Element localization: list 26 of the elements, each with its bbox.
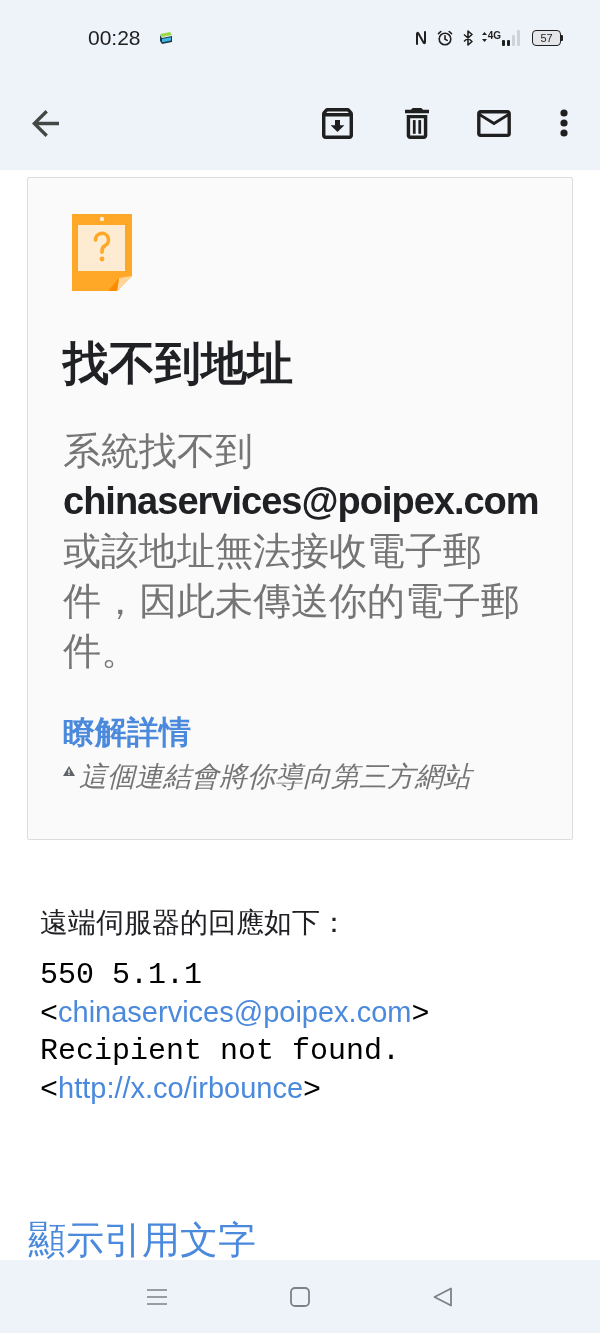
home-square-icon[interactable] xyxy=(290,1286,310,1307)
trash-icon[interactable] xyxy=(405,107,429,139)
server-response-text: 550 5.1.1 <chinaservices@poipex.com> Recipient not found. <http://x.co/irbounce> xyxy=(40,957,430,1109)
app-notification-icon xyxy=(157,30,174,46)
warning-icon xyxy=(63,766,75,776)
notice-message: 系統找不到 chinaservices@poipex.com 或該地址無法接收電子郵件，因此未傳送你的電子郵件。 xyxy=(63,429,540,674)
network-type-label: 4G xyxy=(487,31,501,41)
email-link[interactable]: chinaservices@poipex.com xyxy=(58,996,412,1028)
server-response-intro: 遠端伺服器的回應如下： xyxy=(40,906,348,940)
battery-indicator: 57 xyxy=(532,30,563,46)
question-document-icon xyxy=(72,214,132,291)
back-arrow-icon[interactable] xyxy=(32,109,59,137)
vertical-dots-icon[interactable] xyxy=(560,109,568,137)
learn-more-link[interactable]: 瞭解詳情 xyxy=(63,712,191,752)
bluetooth-icon xyxy=(462,30,473,46)
archive-box-icon[interactable] xyxy=(322,107,353,139)
show-quoted-text-link[interactable]: 顯示引用文字 xyxy=(28,1220,256,1260)
notice-title: 找不到地址 xyxy=(63,336,293,391)
back-triangle-icon[interactable] xyxy=(433,1286,453,1307)
clock-time: 00:28 xyxy=(88,26,141,50)
data-arrows-icon xyxy=(481,32,487,42)
nfc-icon xyxy=(414,30,427,46)
signal-bars-icon xyxy=(502,30,520,46)
envelope-icon[interactable] xyxy=(477,109,511,137)
alarm-clock-icon xyxy=(436,30,453,46)
url-link[interactable]: http://x.co/irbounce xyxy=(58,1072,304,1104)
